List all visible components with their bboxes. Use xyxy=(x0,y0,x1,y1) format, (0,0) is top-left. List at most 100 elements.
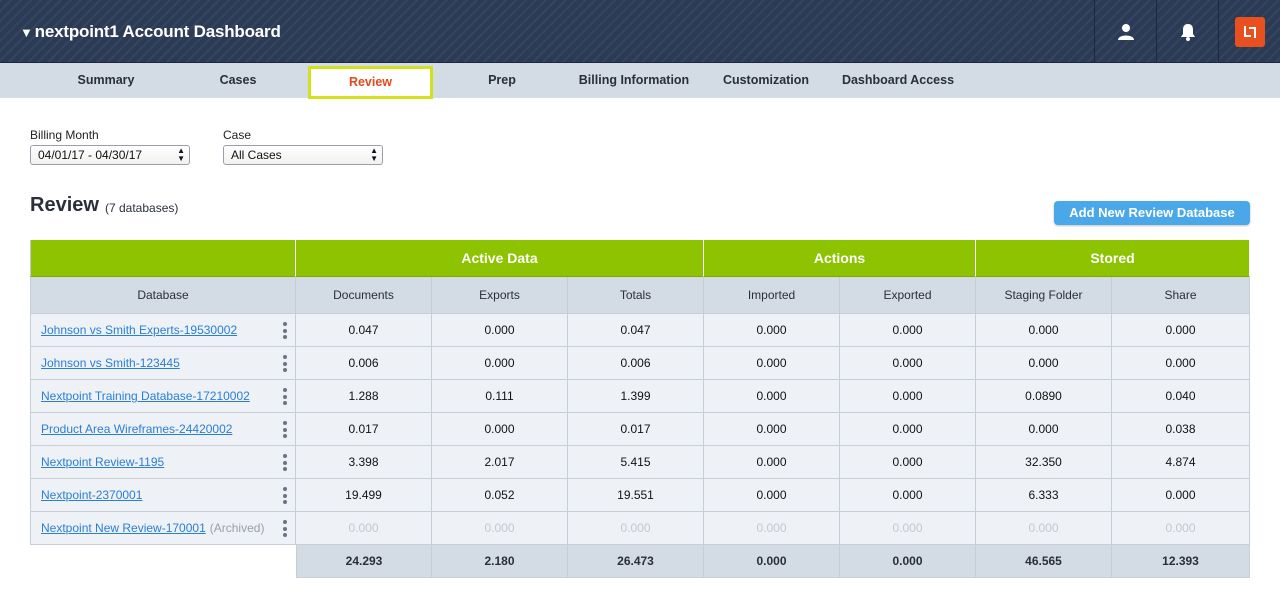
value-cell: 1.288 xyxy=(296,380,432,413)
top-bar: ▼ nextpoint1 Account Dashboard xyxy=(0,0,1280,63)
value-cell: 0.000 xyxy=(432,347,568,380)
value-cell: 0.000 xyxy=(432,413,568,446)
database-link[interactable]: Nextpoint-2370001 xyxy=(41,488,142,502)
value-cell: 0.000 xyxy=(976,512,1112,545)
tab-summary[interactable]: Summary xyxy=(65,63,147,98)
value-cell: 0.000 xyxy=(1112,479,1250,512)
user-button[interactable] xyxy=(1094,0,1156,63)
value-cell: 0.000 xyxy=(432,314,568,347)
database-link[interactable]: Johnson vs Smith-123445 xyxy=(41,356,180,370)
value-cell: 0.038 xyxy=(1112,413,1250,446)
table-row: Nextpoint-2370001 19.499 0.052 19.551 0.000 0… xyxy=(30,479,1250,512)
database-link[interactable]: Johnson vs Smith Experts-19530002 xyxy=(41,323,237,337)
value-cell: 0.0890 xyxy=(976,380,1112,413)
value-cell: 2.017 xyxy=(432,446,568,479)
database-count: (7 databases) xyxy=(105,201,179,215)
tab-customization[interactable]: Customization xyxy=(714,63,818,98)
billing-month-label: Billing Month xyxy=(30,128,99,142)
value-cell: 0.000 xyxy=(976,314,1112,347)
database-link[interactable]: Product Area Wireframes-24420002 xyxy=(41,422,232,436)
tab-cases[interactable]: Cases xyxy=(200,63,276,98)
select-arrows-icon: ▲ ▼ xyxy=(370,146,378,163)
group-header-active-data: Active Data xyxy=(296,240,704,277)
group-header-blank xyxy=(30,240,296,277)
database-name-cell: Nextpoint Training Database-17210002 xyxy=(30,380,296,413)
table-row: Product Area Wireframes-24420002 0.017 0.0… xyxy=(30,413,1250,446)
value-cell: 3.398 xyxy=(296,446,432,479)
app-title: nextpoint1 Account Dashboard xyxy=(34,22,281,41)
database-name-cell: Nextpoint-2370001 xyxy=(30,479,296,512)
column-header: Imported xyxy=(704,277,840,314)
value-cell: 19.551 xyxy=(568,479,704,512)
more-options-icon[interactable] xyxy=(283,355,287,372)
database-name-cell: Nextpoint New Review-170001 (Archived) xyxy=(30,512,296,545)
column-header: Database xyxy=(30,277,296,314)
tab-review[interactable]: Review xyxy=(308,66,433,99)
caret-down-icon: ▼ xyxy=(20,25,33,40)
value-cell: 0.000 xyxy=(704,314,840,347)
more-options-icon[interactable] xyxy=(283,388,287,405)
database-name-cell: Product Area Wireframes-24420002 xyxy=(30,413,296,446)
value-cell: 0.000 xyxy=(704,413,840,446)
value-cell: 0.000 xyxy=(840,347,976,380)
totals-row: 24.293 2.180 26.473 0.000 0.000 46.565 1… xyxy=(30,545,1250,578)
value-cell: 0.000 xyxy=(704,512,840,545)
tab-dashboard-access[interactable]: Dashboard Access xyxy=(834,63,962,98)
value-cell: 0.000 xyxy=(704,380,840,413)
top-icons xyxy=(1094,0,1280,63)
value-cell: 0.040 xyxy=(1112,380,1250,413)
column-header: Documents xyxy=(296,277,432,314)
value-cell: 0.000 xyxy=(704,446,840,479)
tab-prep[interactable]: Prep xyxy=(470,63,534,98)
column-header: Staging Folder xyxy=(976,277,1112,314)
value-cell: 0.017 xyxy=(568,413,704,446)
value-cell: 0.000 xyxy=(1112,347,1250,380)
tab-billing-information[interactable]: Billing Information xyxy=(572,63,696,98)
table-row: Nextpoint Review-1195 3.398 2.017 5.415 0.00… xyxy=(30,446,1250,479)
database-link[interactable]: Nextpoint Training Database-17210002 xyxy=(41,389,250,403)
value-cell: 0.047 xyxy=(296,314,432,347)
more-options-icon[interactable] xyxy=(283,454,287,471)
group-header-row: Active Data Actions Stored xyxy=(30,240,1250,277)
more-options-icon[interactable] xyxy=(283,487,287,504)
value-cell: 0.000 xyxy=(840,479,976,512)
total-cell: 24.293 xyxy=(296,545,432,578)
more-options-icon[interactable] xyxy=(283,421,287,438)
column-header: Totals xyxy=(568,277,704,314)
billing-month-select[interactable]: 04/01/17 - 04/30/17 ▲ ▼ xyxy=(30,145,190,165)
more-options-icon[interactable] xyxy=(283,322,287,339)
value-cell: 0.000 xyxy=(1112,314,1250,347)
value-cell: 0.000 xyxy=(432,512,568,545)
value-cell: 0.006 xyxy=(568,347,704,380)
group-header-stored: Stored xyxy=(976,240,1250,277)
total-cell: 0.000 xyxy=(840,545,976,578)
value-cell: 0.000 xyxy=(704,347,840,380)
value-cell: 0.000 xyxy=(840,380,976,413)
case-value: All Cases xyxy=(231,148,282,162)
add-new-review-database-button[interactable]: Add New Review Database xyxy=(1054,201,1250,225)
total-cell: 46.565 xyxy=(976,545,1112,578)
account-dashboard-menu[interactable]: ▼ nextpoint1 Account Dashboard xyxy=(20,22,281,42)
total-cell: 0.000 xyxy=(704,545,840,578)
database-name-cell: Johnson vs Smith-123445 xyxy=(30,347,296,380)
value-cell: 0.000 xyxy=(568,512,704,545)
database-name-cell: Johnson vs Smith Experts-19530002 xyxy=(30,314,296,347)
value-cell: 0.000 xyxy=(840,446,976,479)
database-link[interactable]: Nextpoint New Review-170001 xyxy=(41,521,206,535)
database-link[interactable]: Nextpoint Review-1195 xyxy=(41,455,164,469)
total-cell: 2.180 xyxy=(432,545,568,578)
bell-icon xyxy=(1180,23,1195,41)
nav-bar: Summary Cases Review Prep Billing Inform… xyxy=(0,63,1280,99)
nextpoint-logo-button[interactable] xyxy=(1218,0,1280,63)
case-select[interactable]: All Cases ▲ ▼ xyxy=(223,145,383,165)
column-header-row: Database Documents Exports Totals Import… xyxy=(30,277,1250,314)
total-cell: 12.393 xyxy=(1112,545,1250,578)
group-header-actions: Actions xyxy=(704,240,976,277)
select-arrows-icon: ▲ ▼ xyxy=(177,146,185,163)
more-options-icon[interactable] xyxy=(283,520,287,537)
page-title: Review xyxy=(30,194,99,216)
user-icon xyxy=(1117,23,1134,40)
total-cell: 26.473 xyxy=(568,545,704,578)
notifications-button[interactable] xyxy=(1156,0,1218,63)
column-header: Exports xyxy=(432,277,568,314)
